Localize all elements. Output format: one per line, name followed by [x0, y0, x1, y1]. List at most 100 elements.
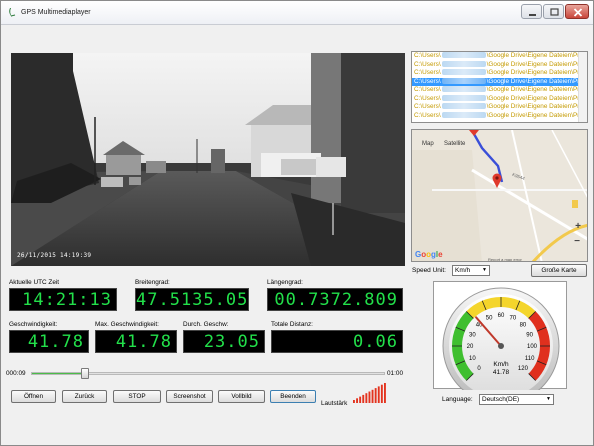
- redacted-username: [441, 60, 486, 67]
- utc-time-display: 14:21:13: [9, 288, 117, 311]
- redacted-username: [441, 69, 486, 76]
- gauge-tick-label: 50: [486, 316, 493, 322]
- minimize-button[interactable]: [521, 4, 542, 19]
- gauge-hub: [498, 343, 504, 349]
- file-list-scrollbar[interactable]: [578, 52, 587, 122]
- total-time: 01:00: [387, 370, 403, 377]
- redacted-username: [441, 86, 486, 93]
- volume-bar: [365, 393, 368, 403]
- map-canvas: [412, 130, 587, 261]
- max-speed-display: 41.78: [95, 330, 177, 353]
- file-list-item[interactable]: C:\Users\ \Google Drive\Eigene Dateien\Pr…: [412, 95, 587, 104]
- playback-progress-slider[interactable]: [31, 368, 385, 379]
- volume-bar: [359, 396, 362, 403]
- map-tab-satellite[interactable]: Satellite: [444, 141, 465, 147]
- volume-bar: [368, 391, 371, 403]
- speed-unit-select[interactable]: Km/h ▼: [452, 265, 490, 276]
- utc-time-label: Aktuelle UTC Zeit: [9, 279, 60, 286]
- zoom-in-button[interactable]: +: [575, 221, 581, 232]
- file-path-suffix: \Google Drive\Eigene Dateien\Pro: [486, 77, 583, 85]
- file-path-suffix: \Google Drive\Eigene Dateien\Pro: [486, 69, 583, 76]
- max-speed-label: Max. Geschwindigkeit:: [95, 321, 159, 328]
- close-button[interactable]: [565, 4, 589, 19]
- open-button[interactable]: Öffnen: [11, 390, 56, 403]
- file-path-prefix: C:\Users\: [414, 103, 441, 110]
- gauge-tick-label: 10: [469, 356, 476, 362]
- maximize-button[interactable]: [543, 4, 564, 19]
- redacted-username: [441, 103, 486, 110]
- gauge-tick-label: 100: [527, 344, 538, 350]
- quit-button[interactable]: Beenden: [270, 390, 316, 403]
- gauge-tick-label: 110: [525, 356, 535, 362]
- total-distance-label: Totale Distanz:: [271, 321, 313, 328]
- speed-unit-value: Km/h: [455, 267, 471, 274]
- file-list-item[interactable]: C:\Users\ \Google Drive\Eigene Dateien\Pr…: [412, 112, 587, 121]
- google-logo: Google: [415, 250, 443, 259]
- file-list-item[interactable]: C:\Users\ \Google Drive\Eigene Dateien\Pr…: [412, 52, 587, 61]
- file-path-suffix: \Google Drive\Eigene Dateien\Pro: [486, 60, 583, 68]
- volume-bar: [362, 394, 365, 403]
- gauge-tick-label: 20: [467, 344, 474, 350]
- file-path-suffix: \Google Drive\Eigene Dateien\Pro: [486, 52, 583, 59]
- video-player[interactable]: 26/11/2015 14:19:39: [11, 53, 405, 266]
- title-bar[interactable]: GPS Multimediaplayer: [1, 1, 593, 25]
- gauge-unit-label: Km/h: [493, 361, 509, 368]
- speed-unit-label: Speed Unit:: [412, 267, 446, 274]
- gauge-tick-label: 60: [498, 313, 505, 319]
- gauge-tick-label: 120: [518, 366, 529, 372]
- chevron-down-icon: ▼: [546, 396, 551, 402]
- file-list-item[interactable]: C:\Users\ \Google Drive\Eigene Dateien\Pr…: [412, 77, 587, 86]
- volume-bar: [384, 383, 386, 403]
- big-map-button[interactable]: Große Karte: [531, 264, 587, 277]
- screenshot-button[interactable]: Screenshot: [166, 390, 213, 403]
- file-path-prefix: C:\Users\: [414, 52, 441, 59]
- video-frame-image: [11, 53, 405, 266]
- file-path-suffix: \Google Drive\Eigene Dateien\Pro: [486, 94, 583, 102]
- file-list-item[interactable]: C:\Users\ \Google Drive\Eigene Dateien\Pr…: [412, 86, 587, 95]
- volume-bar: [380, 384, 383, 403]
- playback-slider-thumb[interactable]: [81, 368, 90, 379]
- map-footer-link[interactable]: Report a map error: [488, 257, 522, 261]
- language-select[interactable]: Deutsch(DE) ▼: [479, 394, 554, 405]
- playback-progress-fill: [32, 373, 85, 374]
- file-path-prefix: C:\Users\: [414, 94, 441, 102]
- zoom-out-button[interactable]: −: [574, 236, 580, 247]
- gauge-tick-label: 80: [520, 322, 527, 328]
- maximize-icon: [550, 8, 559, 16]
- file-list-item[interactable]: C:\Users\ \Google Drive\Eigene Dateien\Pr…: [412, 61, 587, 70]
- stop-button[interactable]: STOP: [113, 390, 161, 403]
- chevron-down-icon: ▼: [482, 267, 487, 273]
- fullscreen-button[interactable]: Vollbild: [218, 390, 265, 403]
- redacted-username: [441, 111, 486, 118]
- close-icon: [573, 8, 583, 17]
- language-label: Language:: [442, 396, 473, 403]
- video-timestamp: 26/11/2015 14:19:39: [17, 252, 92, 259]
- gauge-tick-label: 30: [469, 332, 476, 338]
- file-list[interactable]: C:\Users\ \Google Drive\Eigene Dateien\Pr…: [411, 51, 588, 123]
- file-path-prefix: C:\Users\: [414, 77, 441, 85]
- latitude-display: 47.5135.05: [135, 288, 249, 311]
- app-window: GPS Multimediaplayer 26/11/2015 14:19:39…: [0, 0, 594, 446]
- avg-speed-display: 23.05: [183, 330, 265, 353]
- speed-display: 41.78: [9, 330, 89, 353]
- volume-bar: [353, 400, 355, 403]
- file-list-item[interactable]: C:\Users\ \Google Drive\Eigene Dateien\Pr…: [412, 69, 587, 78]
- total-distance-display: 0.06: [271, 330, 403, 353]
- volume-label: Lautstärk: [321, 400, 348, 407]
- redacted-username: [441, 77, 486, 84]
- file-path-prefix: C:\Users\: [414, 111, 441, 119]
- map-view[interactable]: Map Satellite K9544 + − Google Report a …: [411, 129, 588, 262]
- back-button[interactable]: Zurück: [62, 390, 107, 403]
- volume-bar: [356, 398, 358, 403]
- file-path-suffix: \Google Drive\Eigene Dateien\Pro: [486, 86, 583, 93]
- map-tab-map[interactable]: Map: [422, 141, 434, 147]
- longitude-label: Längengrad:: [267, 279, 303, 286]
- app-icon: [9, 8, 16, 17]
- window-title: GPS Multimediaplayer: [21, 9, 91, 16]
- volume-slider[interactable]: [353, 381, 387, 403]
- file-path-suffix: \Google Drive\Eigene Dateien\Pro: [486, 111, 583, 119]
- longitude-display: 00.7372.809: [267, 288, 403, 311]
- redacted-username: [441, 52, 486, 59]
- speedometer-gauge: 0 10 20 30 40 50 60 70 80 90 100 110 120 Km/h 41.78: [433, 281, 567, 405]
- file-list-item[interactable]: C:\Users\ \Google Drive\Eigene Dateien\Pr…: [412, 103, 587, 112]
